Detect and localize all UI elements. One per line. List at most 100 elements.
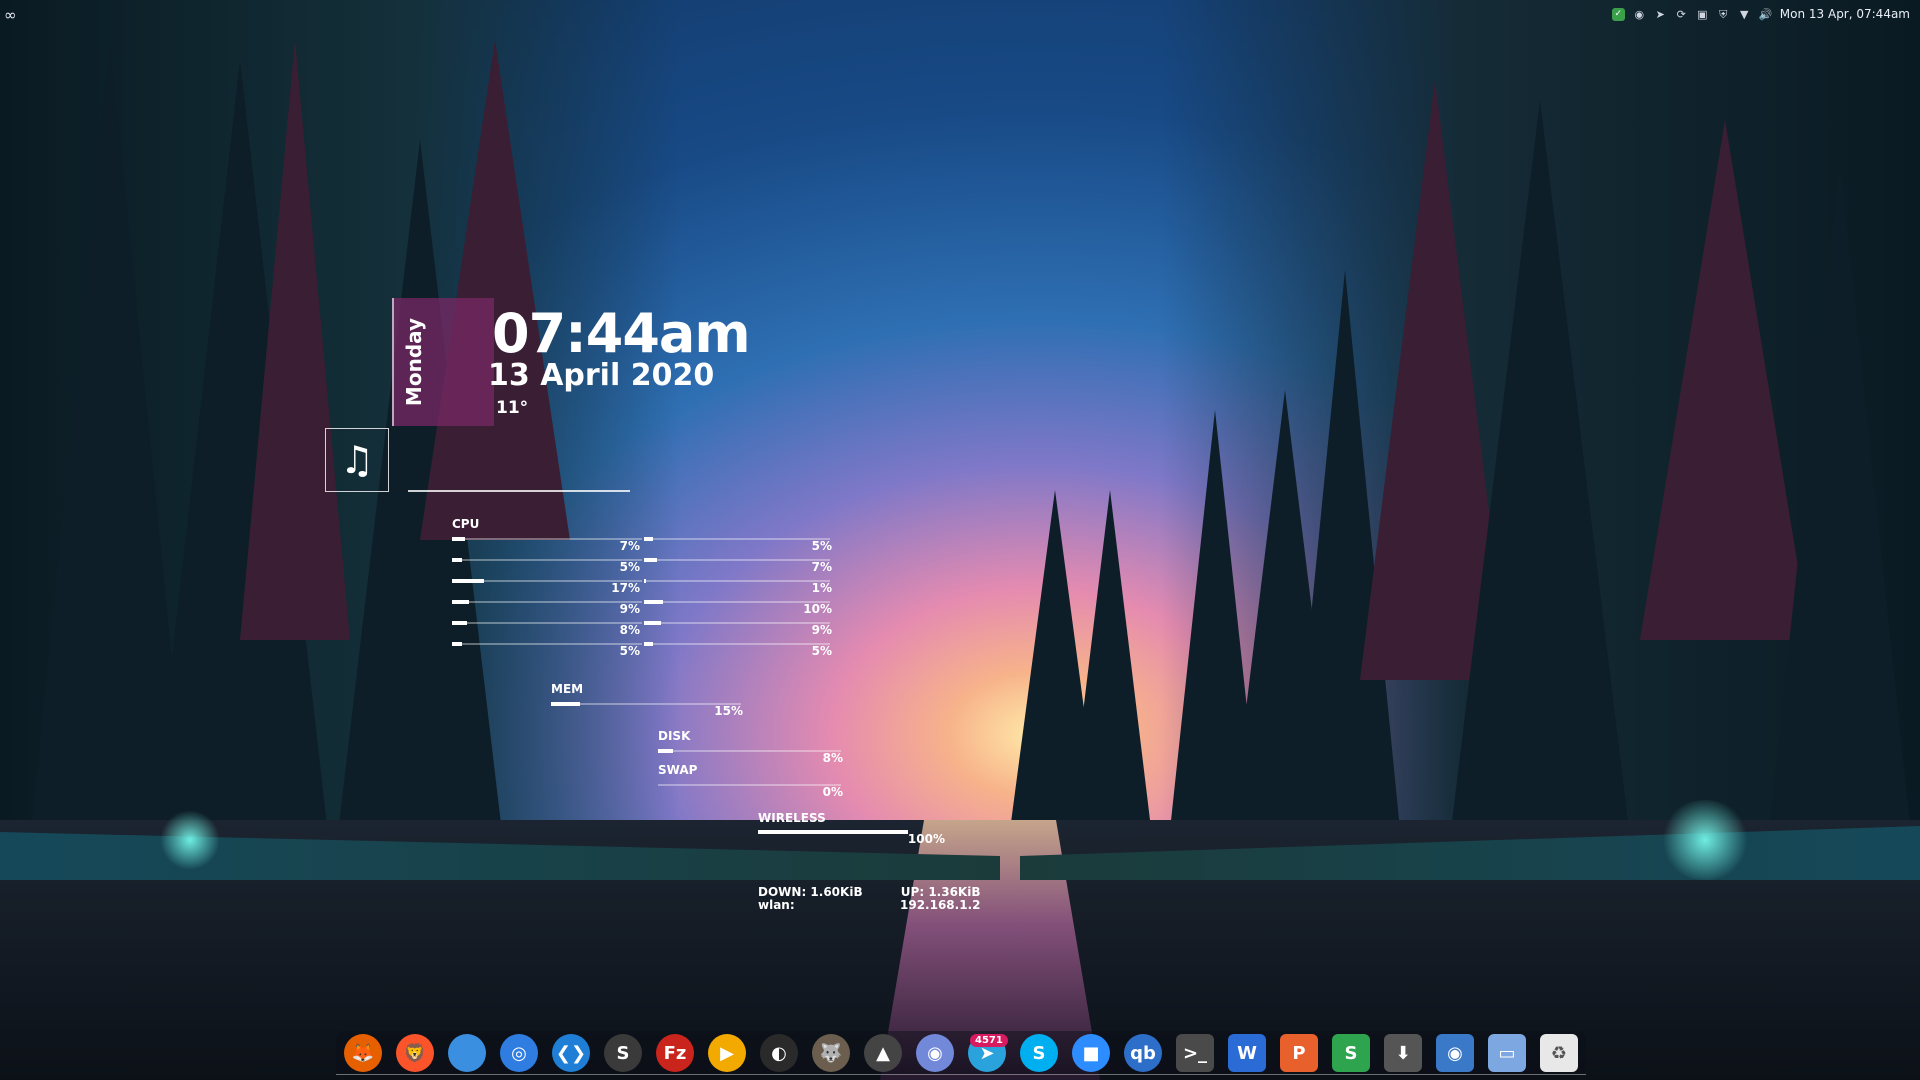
network-down: DOWN: 1.60KiB wlan: xyxy=(758,886,863,912)
cpu-core-percent: 8% xyxy=(619,623,640,637)
shield-check-icon[interactable]: ✓ xyxy=(1611,7,1625,21)
riverbank-left xyxy=(0,832,1000,880)
dock-indicator-line xyxy=(336,1074,1586,1075)
tree xyxy=(1760,160,1920,920)
mem-bar-fill xyxy=(551,702,580,706)
tree xyxy=(1640,120,1810,640)
tree xyxy=(1360,80,1510,680)
dock-app-terminal[interactable]: >_ xyxy=(1176,1034,1214,1072)
panel-clock[interactable]: Mon 13 Apr, 07:44am xyxy=(1780,7,1910,21)
wifi-icon[interactable]: ▼ xyxy=(1738,8,1751,21)
disk-bar-fill xyxy=(658,749,673,753)
cpu-core-bar-fill xyxy=(644,600,663,604)
tree xyxy=(140,60,340,940)
dock-app-gimp[interactable]: 🐺 xyxy=(812,1034,850,1072)
swap-label: SWAP xyxy=(658,763,698,777)
dock-app-presentation[interactable]: P xyxy=(1280,1034,1318,1072)
cpu-core-percent: 5% xyxy=(619,644,640,658)
dock-app-files[interactable] xyxy=(448,1034,486,1072)
tree xyxy=(20,40,200,940)
vpn-icon[interactable]: ⛨ xyxy=(1717,8,1730,21)
cpu-core-bar-fill xyxy=(644,642,654,646)
cpu-core-percent: 9% xyxy=(811,623,832,637)
cpu-core-bar-fill xyxy=(452,621,468,625)
forest-right xyxy=(1160,0,1920,1080)
dock-app-screenshot[interactable]: ▭ xyxy=(1488,1034,1526,1072)
cpu-core-bar-fill xyxy=(644,621,661,625)
top-panel: ∞ ✓ ◉ ➤ ⟳ ▣ ⛨ ▼ 🔊 Mon 13 Apr, 07:44am xyxy=(0,0,1920,30)
music-note-icon[interactable]: ♫ xyxy=(325,428,389,492)
cpu-core-bar-fill xyxy=(644,558,658,562)
mem-label: MEM xyxy=(551,682,584,696)
dock-app-vscode[interactable]: ❮❯ xyxy=(552,1034,590,1072)
clock-date: 13 April 2020 xyxy=(488,358,715,393)
dock-app-discord[interactable]: ◉ xyxy=(916,1034,954,1072)
wireless-label: WIRELESS xyxy=(758,811,826,825)
dock-app-brave[interactable]: 🦁 xyxy=(396,1034,434,1072)
discord-icon[interactable]: ◉ xyxy=(1633,8,1646,21)
network-up: UP: 1.36KiB 192.168.1.2 xyxy=(900,886,980,912)
disk-label: DISK xyxy=(658,729,691,743)
infinity-icon[interactable]: ∞ xyxy=(4,6,17,24)
dock-app-zoom[interactable]: ■ xyxy=(1072,1034,1110,1072)
cpu-core-bar-fill xyxy=(644,537,654,541)
dock-app-firefox[interactable]: 🦊 xyxy=(344,1034,382,1072)
cpu-core-bar-fill xyxy=(452,600,470,604)
cpu-core-percent: 1% xyxy=(811,581,832,595)
cpu-label: CPU xyxy=(452,517,480,531)
dock-app-trash[interactable]: ♻ xyxy=(1540,1034,1578,1072)
wireless-bar-fill xyxy=(758,830,908,834)
mem-percent: 15% xyxy=(714,704,743,718)
system-tray: ✓ ◉ ➤ ⟳ ▣ ⛨ ▼ 🔊 Mon 13 Apr, 07:44am xyxy=(1611,7,1910,21)
glowing-plant xyxy=(160,810,220,870)
cpu-core-percent: 5% xyxy=(811,539,832,553)
day-panel: Monday xyxy=(392,298,494,426)
cpu-core-percent: 17% xyxy=(611,581,640,595)
interface-name: wlan: xyxy=(758,898,795,912)
ip-address: 192.168.1.2 xyxy=(900,898,981,912)
wireless-percent: 100% xyxy=(907,832,945,846)
telegram-unread-badge: 4571 xyxy=(970,1034,1008,1047)
dock-app-filezilla[interactable]: Fz xyxy=(656,1034,694,1072)
dock-app-spreadsheet[interactable]: S xyxy=(1332,1034,1370,1072)
tree xyxy=(330,140,510,900)
tree xyxy=(420,40,570,540)
day-name: Monday xyxy=(402,317,426,407)
tree xyxy=(1070,490,1150,820)
tree xyxy=(1170,410,1260,830)
cpu-core-bar-fill xyxy=(452,558,462,562)
widget-divider xyxy=(408,490,630,492)
glowing-plant xyxy=(1660,800,1750,880)
dock-app-updater[interactable]: ⬇ xyxy=(1384,1034,1422,1072)
dock-app-obs[interactable]: ◐ xyxy=(760,1034,798,1072)
cpu-core-bar-fill xyxy=(452,537,466,541)
wallpaper xyxy=(0,0,1920,1080)
cpu-core-percent: 9% xyxy=(619,602,640,616)
cpu-core-percent: 10% xyxy=(803,602,832,616)
riverbank-right xyxy=(1020,826,1920,880)
dock-app-media-player[interactable]: ▶ xyxy=(708,1034,746,1072)
dock-app-skype[interactable]: S xyxy=(1020,1034,1058,1072)
swap-percent: 0% xyxy=(822,785,843,799)
tree xyxy=(240,40,350,640)
image-icon[interactable]: ▣ xyxy=(1696,8,1709,21)
dock-app-inkscape[interactable]: ▲ xyxy=(864,1034,902,1072)
tree xyxy=(1440,100,1640,920)
dock-app-qbittorrent[interactable]: qb xyxy=(1124,1034,1162,1072)
tree xyxy=(1290,270,1400,830)
tree xyxy=(1010,490,1100,830)
volume-icon[interactable]: 🔊 xyxy=(1759,8,1773,21)
wireless-bar xyxy=(758,830,908,834)
cpu-core-bar-fill xyxy=(452,642,462,646)
disk-percent: 8% xyxy=(822,751,843,765)
cpu-core-bar-fill xyxy=(644,579,646,583)
dock-app-writer[interactable]: W xyxy=(1228,1034,1266,1072)
clock-time: 07:44am xyxy=(492,302,751,365)
dock-app-simplenote[interactable]: S xyxy=(604,1034,642,1072)
dock-app-toggle[interactable]: ◉ xyxy=(1436,1034,1474,1072)
cpu-core-percent: 5% xyxy=(619,560,640,574)
tree xyxy=(1230,390,1340,840)
telegram-icon[interactable]: ➤ xyxy=(1654,8,1667,21)
dock-app-web-browser[interactable]: ◎ xyxy=(500,1034,538,1072)
sync-icon[interactable]: ⟳ xyxy=(1675,8,1688,21)
